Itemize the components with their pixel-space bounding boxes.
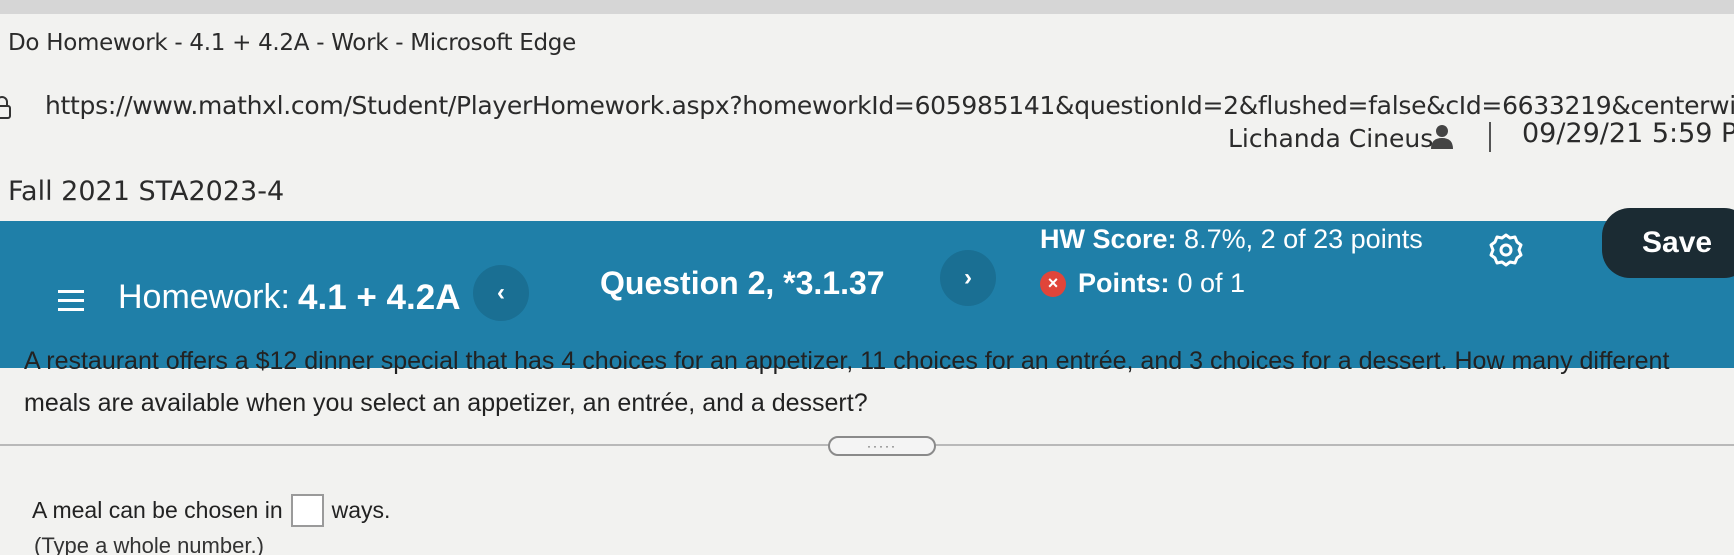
answer-prefix: A meal can be chosen in <box>32 497 283 523</box>
x-circle-icon: × <box>1040 270 1066 297</box>
save-button[interactable]: Save <box>1602 208 1734 278</box>
address-bar-url[interactable]: https://www.mathxl.com/Student/PlayerHom… <box>45 91 1734 120</box>
answer-suffix: ways. <box>331 497 391 523</box>
answer-hint: (Type a whole number.) <box>34 533 264 555</box>
points-row: × Points: 0 of 1 <box>1040 268 1245 299</box>
homework-name[interactable]: 4.1 + 4.2A <box>298 278 460 318</box>
header-divider <box>1489 122 1491 152</box>
gear-icon[interactable] <box>1488 232 1524 268</box>
points-label: Points: <box>1078 268 1170 298</box>
next-question-button[interactable]: › <box>940 250 996 306</box>
question-label[interactable]: Question 2, *3.1.37 <box>600 265 885 302</box>
datetime: 09/29/21 5:59 PM <box>1522 118 1734 149</box>
expand-toggle-button[interactable]: ····· <box>828 436 936 456</box>
hw-score-label: HW Score: <box>1040 224 1177 254</box>
course-name: Fall 2021 STA2023-4 <box>8 176 285 207</box>
hamburger-menu-icon[interactable] <box>58 290 84 312</box>
hw-score-value: 8.7%, 2 of 23 points <box>1184 224 1423 254</box>
user-name: Lichanda Cineus <box>1228 124 1434 153</box>
answer-row: A meal can be chosen in ways. <box>32 494 390 527</box>
user-icon[interactable] <box>1430 123 1454 149</box>
question-text: A restaurant offers a $12 dinner special… <box>24 347 1670 417</box>
browser-chrome-top <box>0 0 1734 14</box>
window-title: Do Homework - 4.1 + 4.2A - Work - Micros… <box>8 30 576 56</box>
homework-label: Homework: <box>118 278 290 316</box>
points-value: 0 of 1 <box>1177 268 1246 298</box>
hw-score: HW Score: 8.7%, 2 of 23 points <box>1040 224 1423 255</box>
answer-input[interactable] <box>290 494 324 527</box>
lock-icon <box>0 96 11 119</box>
previous-question-button[interactable]: ‹ <box>473 265 529 321</box>
